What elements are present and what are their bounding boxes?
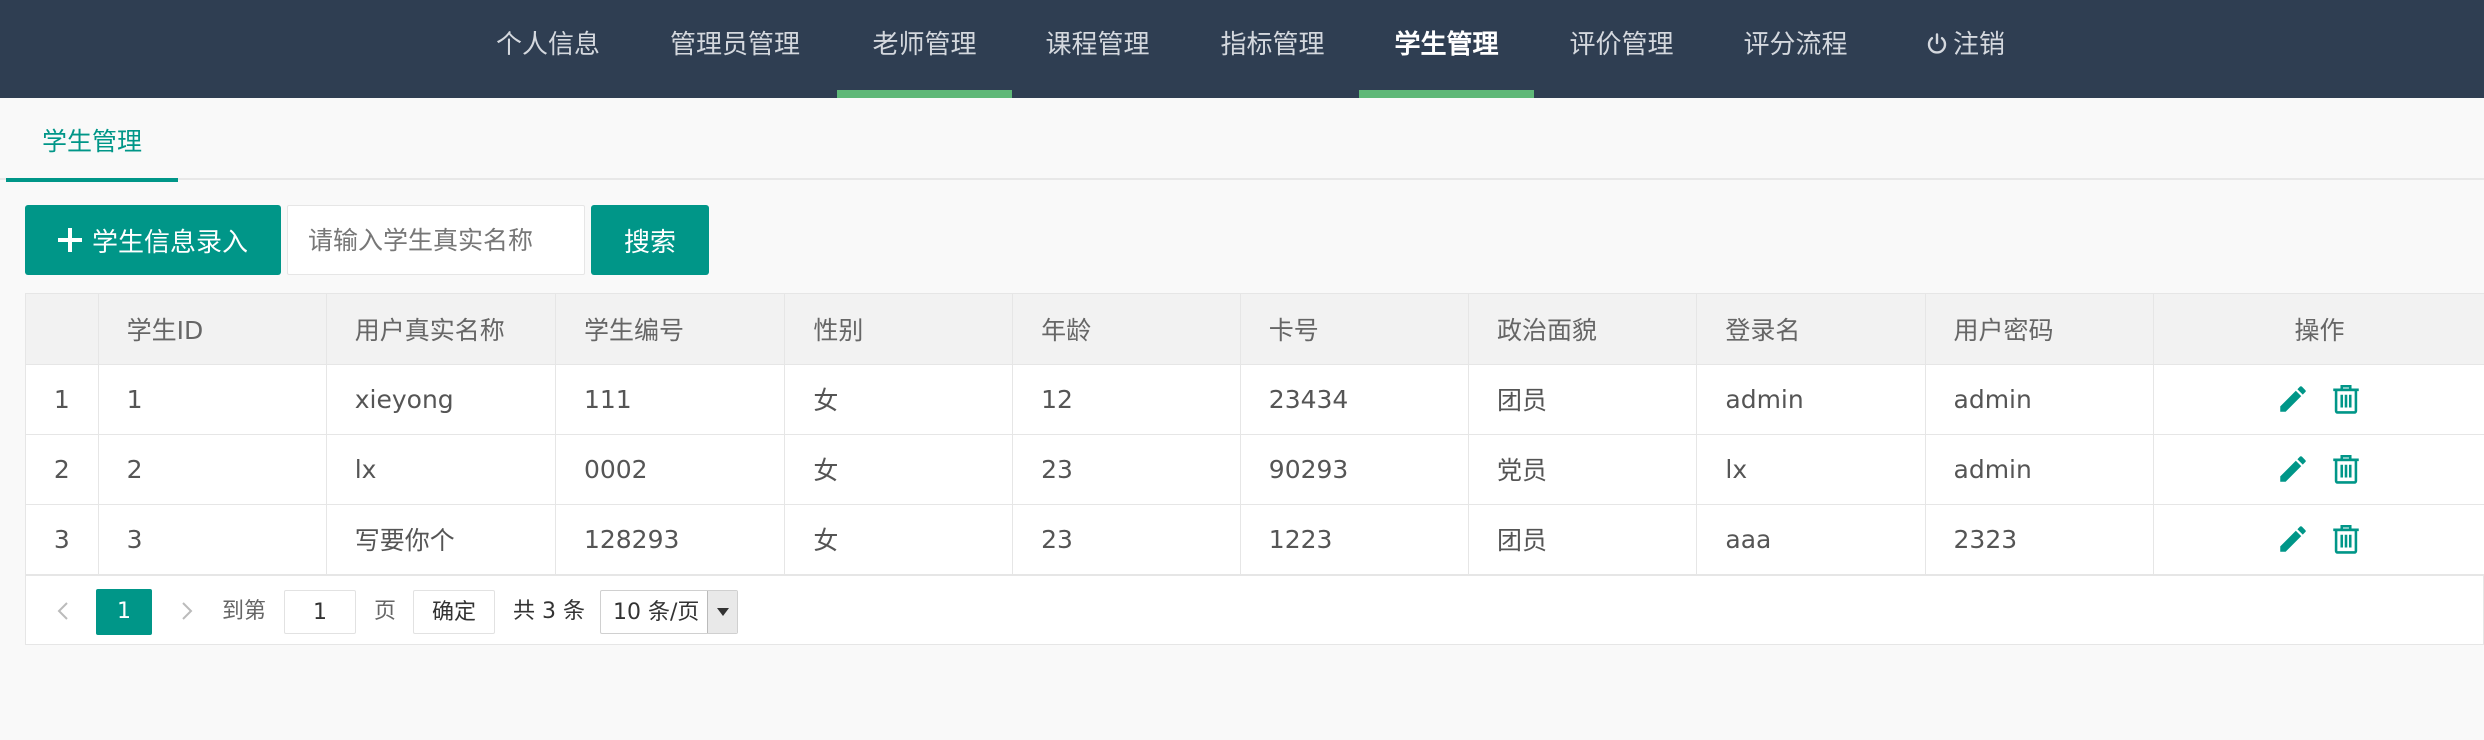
edit-icon[interactable] (2276, 382, 2310, 416)
header-real-name: 用户真实名称 (326, 294, 556, 365)
cell-real-name: xieyong (326, 364, 556, 435)
table-row: 1 1 xieyong 111 女 12 23434 团员 admin admi… (26, 364, 2484, 435)
cell-political-status: 党员 (1468, 434, 1698, 505)
cell-student-number: 0002 (555, 434, 786, 505)
nav-item-teacher[interactable]: 老师管理 (837, 0, 1012, 98)
cell-age: 12 (1012, 364, 1241, 435)
nav-item-admin[interactable]: 管理员管理 (655, 0, 815, 98)
table-row: 2 2 lx 0002 女 23 90293 党员 lx admin (26, 434, 2484, 505)
header-index (26, 294, 99, 365)
nav-item-student[interactable]: 学生管理 (1359, 0, 1534, 98)
prev-page-icon[interactable] (48, 590, 78, 634)
header-student-number: 学生编号 (555, 294, 786, 365)
cell-actions (2153, 364, 2484, 435)
cell-age: 23 (1012, 434, 1241, 505)
cell-login-name: lx (1696, 434, 1926, 505)
add-student-button[interactable]: 学生信息录入 (25, 205, 281, 275)
header-actions: 操作 (2153, 294, 2484, 365)
cell-index: 3 (26, 504, 99, 575)
search-button[interactable]: 搜索 (591, 205, 709, 275)
nav-item-course[interactable]: 课程管理 (1030, 0, 1165, 98)
nav-item-logout[interactable]: 注销 (1910, 0, 2020, 98)
cell-political-status: 团员 (1468, 364, 1698, 435)
goto-suffix: 页 (374, 599, 397, 624)
nav-item-evaluation[interactable]: 评价管理 (1554, 0, 1689, 98)
page-button-current[interactable]: 1 (96, 589, 152, 635)
trash-icon[interactable] (2329, 522, 2363, 556)
cell-student-id: 2 (98, 434, 327, 505)
student-table: 学生ID 用户真实名称 学生编号 性别 年龄 卡号 政治面貌 登录名 用户密码 … (25, 293, 2484, 645)
cell-real-name: lx (326, 434, 556, 505)
nav-item-profile[interactable]: 个人信息 (478, 0, 618, 98)
header-card-number: 卡号 (1240, 294, 1469, 365)
nav-item-teacher-label: 老师管理 (872, 30, 977, 60)
tab-label: 学生管理 (41, 127, 142, 156)
table-header-row: 学生ID 用户真实名称 学生编号 性别 年龄 卡号 政治面貌 登录名 用户密码 … (26, 294, 2484, 365)
header-password: 用户密码 (1925, 294, 2154, 365)
cell-card-number: 1223 (1240, 504, 1469, 575)
search-input[interactable] (287, 205, 585, 275)
header-login-name: 登录名 (1696, 294, 1926, 365)
goto-page-input[interactable]: 1 (284, 590, 356, 634)
cell-age: 23 (1012, 504, 1241, 575)
cell-actions (2153, 504, 2484, 575)
nav-item-teacher-underline (837, 90, 1012, 98)
trash-icon[interactable] (2329, 382, 2363, 416)
cell-card-number: 23434 (1240, 364, 1469, 435)
edit-icon[interactable] (2276, 522, 2310, 556)
next-page-icon[interactable] (172, 590, 202, 634)
cell-gender: 女 (784, 504, 1014, 575)
power-icon (1927, 33, 1947, 54)
cell-login-name: admin (1696, 364, 1926, 435)
tab-bar: 学生管理 (0, 98, 2484, 182)
cell-student-id: 3 (98, 504, 327, 575)
cell-password: admin (1925, 434, 2154, 505)
top-navigation: 个人信息 管理员管理 老师管理 课程管理 指标管理 学生管理 评价管理 评分流程… (0, 0, 2484, 98)
cell-gender: 女 (784, 364, 1014, 435)
header-gender: 性别 (784, 294, 1014, 365)
page-size-value: 10 条/页 (613, 600, 700, 625)
nav-item-logout-label: 注销 (1952, 30, 2005, 60)
nav-item-student-underline (1359, 90, 1534, 98)
header-age: 年龄 (1012, 294, 1241, 365)
edit-icon[interactable] (2276, 452, 2310, 486)
page-size-select[interactable]: 10 条/页 (600, 590, 738, 634)
nav-item-indicator[interactable]: 指标管理 (1205, 0, 1340, 98)
table-row: 3 3 写要你个 128293 女 23 1223 团员 aaa 2323 (26, 504, 2484, 575)
trash-icon[interactable] (2329, 452, 2363, 486)
add-student-label: 学生信息录入 (91, 227, 248, 258)
cell-password: 2323 (1925, 504, 2154, 575)
cell-actions (2153, 434, 2484, 505)
header-student-id: 学生ID (98, 294, 327, 365)
pagination: 1 到第 1 页 确定 共 3 条 10 条/页 (26, 575, 2483, 645)
nav-item-scoring-flow[interactable]: 评分流程 (1728, 0, 1863, 98)
cell-index: 2 (26, 434, 99, 505)
tab-student-management[interactable]: 学生管理 (6, 98, 178, 182)
cell-political-status: 团员 (1468, 504, 1698, 575)
cell-login-name: aaa (1696, 504, 1926, 575)
tab-active-bar (6, 178, 178, 182)
cell-student-number: 111 (555, 364, 786, 435)
cell-index: 1 (26, 364, 99, 435)
goto-prefix: 到第 (222, 599, 267, 624)
nav-item-student-label: 学生管理 (1394, 30, 1499, 60)
plus-icon (57, 228, 82, 252)
header-political-status: 政治面貌 (1468, 294, 1698, 365)
cell-card-number: 90293 (1240, 434, 1469, 505)
goto-confirm-button[interactable]: 确定 (413, 590, 495, 634)
cell-student-id: 1 (98, 364, 327, 435)
cell-gender: 女 (784, 434, 1014, 505)
cell-password: admin (1925, 364, 2154, 435)
cell-real-name: 写要你个 (326, 504, 556, 575)
cell-student-number: 128293 (555, 504, 786, 575)
total-count: 共 3 条 (513, 599, 585, 624)
chevron-down-icon (707, 591, 737, 633)
